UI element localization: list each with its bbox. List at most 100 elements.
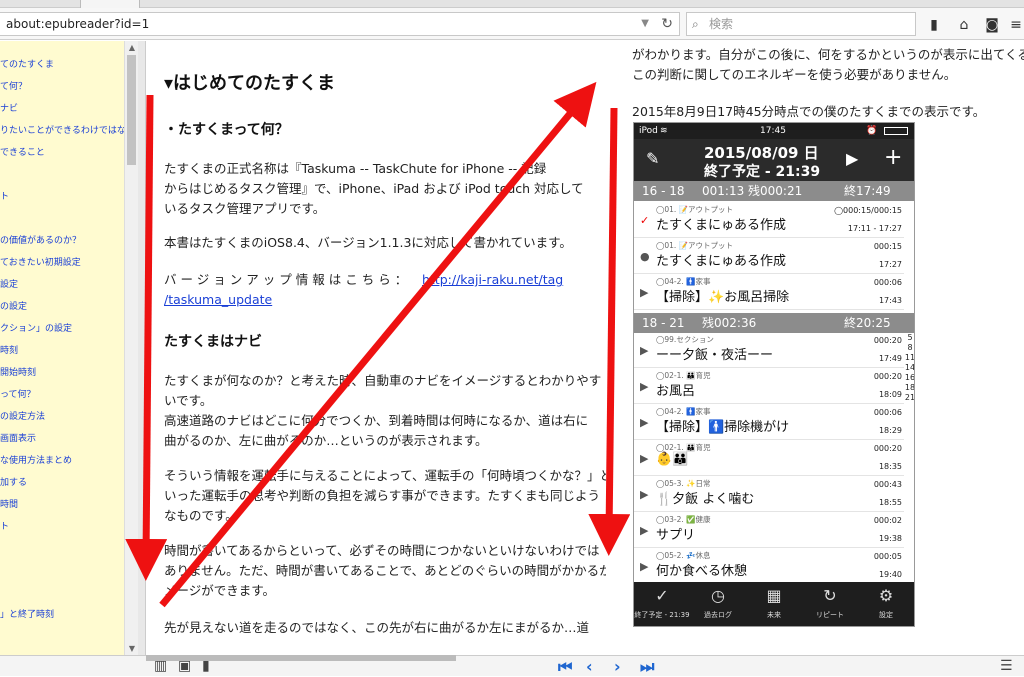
toc-item[interactable]: て何？ (0, 81, 27, 93)
task-name: 🍴夕飯 よく噛む (656, 492, 755, 507)
task-row[interactable]: ▶ ◯02-1. 👪育児 👶👪 000:20 18:35 (634, 441, 904, 476)
settings-lines-icon[interactable]: ☰ (1000, 658, 1013, 674)
index-number[interactable]: 5 (904, 333, 914, 343)
toc-item[interactable]: の設定方法 (0, 411, 45, 423)
phone-tab[interactable]: ✓ 終了予定 - 21:39 (634, 582, 690, 626)
index-number[interactable]: 21 (904, 393, 914, 403)
tab-label: 未来 (767, 611, 781, 619)
task-row[interactable]: ▶ ◯04-2. 🚹家事 【掃除】✨お風呂掃除 000:06 17:43 (634, 275, 904, 310)
section-info: 001:13 残000:21 (702, 184, 803, 198)
task-time: 17:11 - 17:27 (847, 224, 902, 233)
toc-item[interactable]: 時刻 (0, 345, 18, 357)
section-bar: 18 - 21 残002:36 終20:25 (634, 313, 914, 333)
index-number[interactable]: 8 (904, 343, 914, 353)
toc-item[interactable]: の設定 (0, 301, 27, 313)
toc-item[interactable]: ナビ (0, 103, 18, 115)
search-box[interactable]: ⌕ 検索 (686, 12, 916, 36)
task-mark: ● (640, 250, 650, 263)
task-row[interactable]: ▶ ◯03-2. ✅健康 サプリ 000:02 19:38 (634, 513, 904, 548)
task-row[interactable]: ✓ ◯01. 📝アウトプット たすくまにゅある作成 ◯000:15/000:15 17:… (634, 203, 904, 238)
phone-header: ✎ 2015/08/09 日 終了予定 - 21:39 ▶ + (634, 139, 914, 181)
task-name: お風呂 (656, 384, 696, 399)
update-link-cont[interactable]: /taskuma_update (164, 290, 272, 310)
task-duration: 000:05 (873, 552, 902, 561)
task-mark: ▶ (640, 560, 649, 573)
toc-item[interactable]: てのたすくま (0, 59, 54, 71)
index-number[interactable]: 18 (904, 383, 914, 393)
scrollbar-thumb[interactable] (127, 55, 136, 165)
pane-splitter[interactable] (138, 41, 146, 655)
phone-tab[interactable]: ◷ 過去ログ (690, 582, 746, 626)
header-end: 終了予定 - 21:39 (704, 164, 821, 180)
tab-epubreader[interactable] (80, 0, 140, 8)
toc-item[interactable]: な使用方法まとめ (0, 455, 72, 467)
index-number[interactable]: 11 (904, 353, 914, 363)
task-row[interactable]: ▶ ◯02-1. 👪育児 お風呂 000:20 18:09 (634, 369, 904, 404)
task-name: 【掃除】🚹掃除機がけ (656, 420, 790, 435)
chapter-title: ▾はじめてのたすくま (164, 73, 336, 94)
task-duration: 000:20 (873, 372, 902, 381)
url-bar[interactable]: about:epubreader?id=1 ▼ ↻ (0, 12, 680, 36)
tab-icon: ◷ (711, 586, 725, 605)
task-time: 18:35 (878, 462, 902, 471)
toc-item[interactable]: ト (0, 191, 9, 203)
url-dropdown-icon[interactable]: ▼ (641, 13, 649, 35)
home-icon[interactable]: ⌂ (955, 16, 973, 34)
menu-icon[interactable]: ≡ (1007, 16, 1024, 34)
task-row[interactable]: ● ◯01. 📝アウトプット たすくまにゅある作成 000:15 17:27 (634, 239, 904, 274)
phone-tab[interactable]: ▦ 未来 (746, 582, 802, 626)
tab-label: 過去ログ (704, 611, 732, 619)
status-time: 17:45 (760, 126, 786, 136)
last-page-icon[interactable]: ⏭ (640, 657, 654, 677)
prev-page-icon[interactable]: ‹ (586, 657, 593, 676)
reload-icon[interactable]: ↻ (661, 13, 673, 35)
toc-item[interactable]: クション」の設定 (0, 323, 72, 335)
navigation-toolbar: about:epubreader?id=1 ▼ ↻ ⌕ 検索 ▮ ⌂ ◙ ≡ (0, 8, 1024, 40)
scroll-up-icon[interactable]: ▲ (127, 43, 137, 52)
paragraph-line: からはじめるタスク管理』で、iPhone、iPad および iPod touch… (164, 181, 584, 196)
toc-item[interactable]: 設定 (0, 279, 18, 291)
toc-item[interactable]: って何？ (0, 389, 36, 401)
task-time: 18:29 (878, 426, 902, 435)
first-page-icon[interactable]: ⏮ (558, 657, 572, 677)
toc-item[interactable]: ておきたい初期設定 (0, 257, 81, 269)
horizontal-scrollbar-thumb[interactable] (146, 655, 456, 661)
toc-item[interactable]: ト (0, 521, 9, 533)
toc-item[interactable]: りたいことができるわけではない (0, 125, 135, 137)
scroll-down-icon[interactable]: ▼ (127, 644, 137, 653)
sidebar-scrollbar[interactable]: ▲ ▼ (124, 41, 138, 655)
paragraph-line: 本書はたすくまのiOS8.4、バージョン1.1.3に対応して書かれています。 (164, 235, 572, 250)
bookmark-icon[interactable]: ▮ (925, 16, 943, 34)
search-placeholder: 検索 (709, 17, 734, 31)
section-heading: ・たすくまって何？ (164, 122, 289, 138)
wifi-icon: ≋ (660, 126, 668, 136)
phone-tab[interactable]: ⚙ 設定 (858, 582, 914, 626)
paragraph-line: なものです。 (164, 508, 238, 523)
index-number[interactable]: 16 (904, 373, 914, 383)
next-page-icon[interactable]: › (614, 657, 621, 676)
task-mark: ▶ (640, 344, 649, 357)
task-duration: 000:06 (873, 408, 902, 417)
index-number[interactable]: 14 (904, 363, 914, 373)
toc-item[interactable]: 開始時刻 (0, 367, 36, 379)
update-link[interactable]: http://kaji-raku.net/tag (422, 270, 563, 290)
toc-item[interactable]: 時間 (0, 499, 18, 511)
paragraph-line: 曲がるのか、左に曲がるのか…というのが表示されます。 (164, 433, 488, 448)
task-mark: ▶ (640, 286, 649, 299)
toc-item[interactable]: できること (0, 147, 45, 159)
task-name: サプリ (656, 528, 696, 543)
task-row[interactable]: ▶ ◯04-2. 🚹家事 【掃除】🚹掃除機がけ 000:06 18:29 (634, 405, 904, 440)
paragraph-line: いった運転手の思考や判断の負担を減らす事ができます。たすくまも同じよう (164, 488, 601, 503)
header-date: 2015/08/09 日 (704, 144, 819, 162)
toc-item[interactable]: の価値があるのか？ (0, 235, 81, 247)
task-row[interactable]: ▶ ◯05-2. 💤休息 何か食べる休憩 000:05 19:40 (634, 549, 904, 584)
phone-tab[interactable]: ↻ リピート (802, 582, 858, 626)
task-row[interactable]: ▶ ◯99.セクション ーー夕飯・夜活ーー 000:20 17:49 (634, 333, 904, 368)
task-row[interactable]: ▶ ◯05-3. ✨日常 🍴夕飯 よく噛む 000:43 18:55 (634, 477, 904, 512)
paragraph-line: 高速道路のナビはどこに何分でつくか、到着時間は何時になるか、道は右に (164, 413, 589, 428)
toc-item[interactable]: 画面表示 (0, 433, 36, 445)
section-range: 16 - 18 (642, 184, 685, 198)
toc-item[interactable]: 」と終了時刻 (0, 609, 54, 621)
pocket-icon[interactable]: ◙ (983, 16, 1001, 34)
toc-item[interactable]: 加する (0, 477, 27, 489)
